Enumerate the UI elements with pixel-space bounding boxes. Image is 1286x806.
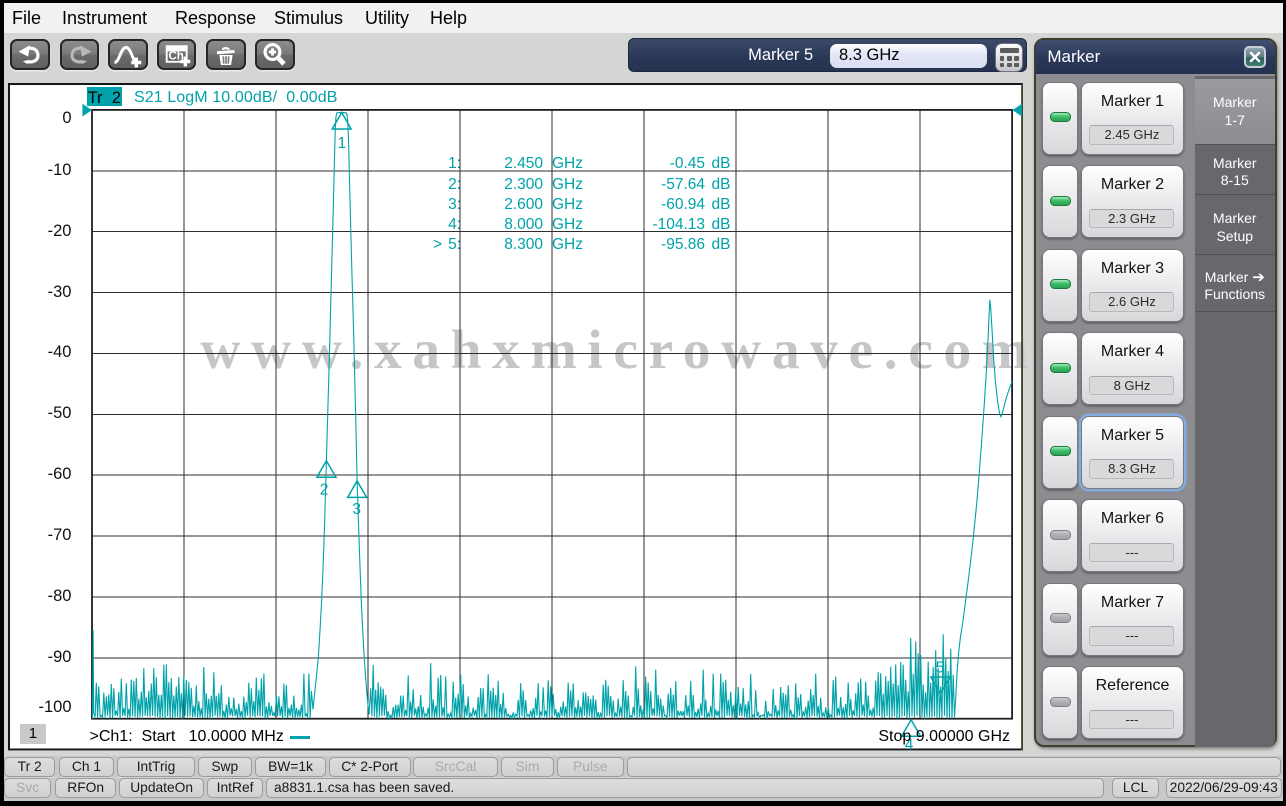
svg-text:3: 3	[352, 501, 361, 518]
svg-text:2: 2	[319, 481, 328, 498]
svg-text:5: 5	[935, 659, 944, 676]
svg-text:1: 1	[337, 135, 346, 152]
